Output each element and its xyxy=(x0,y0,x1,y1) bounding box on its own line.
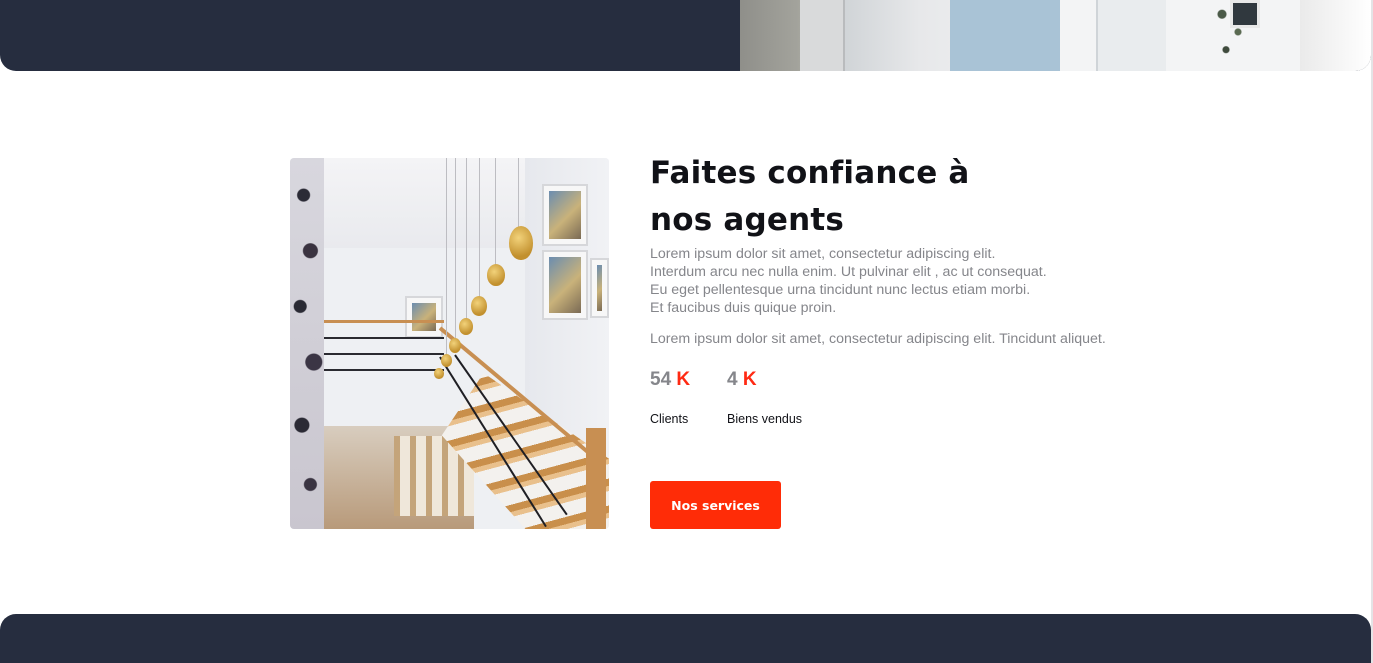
photo-balcony-railing xyxy=(324,320,444,380)
services-button[interactable]: Nos services xyxy=(650,481,781,529)
photo-lamp-cord xyxy=(479,158,480,298)
section-paragraph-secondary: Lorem ipsum dolor sit amet, consectetur … xyxy=(650,331,1106,347)
paragraph-line: Interdum arcu nec nulla enim. Ut pulvina… xyxy=(650,264,1047,280)
photo-newel-post xyxy=(586,428,606,529)
photo-window xyxy=(1230,0,1260,28)
photo-lamp-cord xyxy=(455,158,456,340)
photo-lamp-cord xyxy=(518,158,519,228)
photo-pendant-lamp xyxy=(441,354,452,367)
photo-decorative-wall xyxy=(290,158,324,529)
stat-sold-value: 4 K xyxy=(727,369,757,391)
photo-lamp-cord xyxy=(466,158,467,320)
paragraph-line: Lorem ipsum dolor sit amet, consectetur … xyxy=(650,246,996,262)
section-heading: Faites confiance à nos agents xyxy=(650,155,970,238)
house-exterior-photo xyxy=(740,0,1371,71)
staircase-interior-photo xyxy=(290,158,609,529)
section-paragraph: Lorem ipsum dolor sit amet, consectetur … xyxy=(650,245,1130,317)
photo-door xyxy=(1096,0,1166,71)
stat-clients-label: Clients xyxy=(650,412,689,426)
photo-frame xyxy=(542,184,588,246)
photo-pendant-lamp xyxy=(449,338,461,353)
stat-number: 4 xyxy=(727,369,738,390)
stat-number: 54 xyxy=(650,369,672,390)
paragraph-line: Et faucibus duis quique proin. xyxy=(650,300,837,316)
photo-lamp-cord xyxy=(446,158,447,356)
photo-lamp-cord xyxy=(495,158,496,266)
stat-unit: K xyxy=(676,369,691,390)
top-banner xyxy=(0,0,1371,71)
photo-frame xyxy=(542,250,588,320)
photo-pendant-lamp xyxy=(487,264,505,286)
photo-glass xyxy=(1300,0,1371,71)
bottom-banner xyxy=(0,614,1371,663)
photo-pendant-lamp xyxy=(459,318,473,335)
photo-pendant-lamp xyxy=(509,226,533,260)
photo-blue-wall xyxy=(950,0,1060,71)
photo-frame xyxy=(590,258,609,318)
photo-pendant-lamp xyxy=(471,296,487,316)
stat-clients-value: 54 K xyxy=(650,369,690,391)
stat-unit: K xyxy=(742,369,757,390)
photo-pendant-lamp xyxy=(434,368,444,379)
paragraph-line: Eu eget pellentesque urna tincidunt nunc… xyxy=(650,282,1031,298)
stat-sold-label: Biens vendus xyxy=(727,412,803,426)
photo-pillar xyxy=(800,0,845,71)
